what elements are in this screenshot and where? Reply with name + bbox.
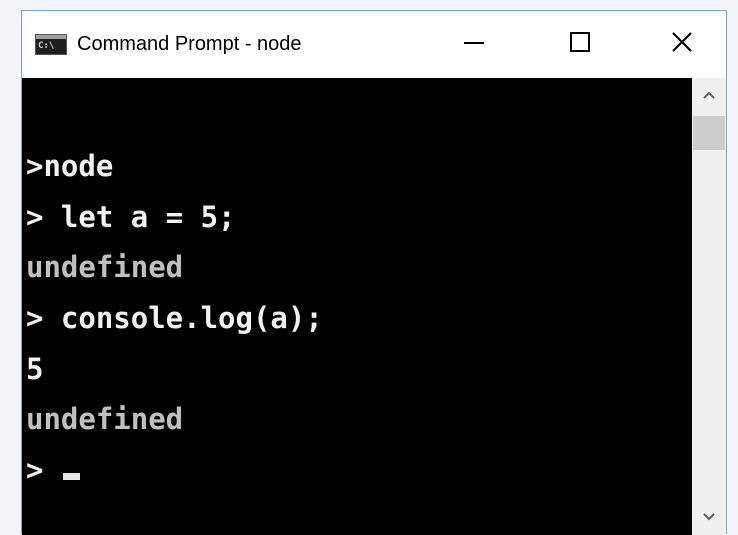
chevron-down-icon xyxy=(703,513,715,521)
console-line: undefined xyxy=(26,402,184,436)
console-prompt-line[interactable]: > xyxy=(26,453,80,487)
console-line: 5 xyxy=(26,352,44,386)
console-line: > let a = 5; xyxy=(26,200,236,234)
scroll-down-button[interactable] xyxy=(692,499,726,535)
console-output[interactable]: >node > let a = 5; undefined > console.l… xyxy=(22,78,692,535)
maximize-icon xyxy=(570,32,590,52)
app-icon-glyph: C:\ xyxy=(38,41,55,51)
window-title: Command Prompt - node xyxy=(77,33,302,55)
console-line: >node xyxy=(26,149,114,183)
app-icon-bar xyxy=(36,35,66,39)
maximize-button[interactable] xyxy=(548,11,616,78)
title-bar[interactable]: C:\ Command Prompt - node xyxy=(22,11,726,78)
console-line: > console.log(a); xyxy=(26,301,323,335)
minimize-button[interactable] xyxy=(442,11,510,78)
scrollbar-thumb[interactable] xyxy=(693,116,725,150)
text-cursor xyxy=(62,473,80,480)
cmd-app-icon[interactable]: C:\ xyxy=(35,34,67,55)
command-prompt-window: C:\ Command Prompt - node >node > let a … xyxy=(21,10,727,535)
close-button[interactable] xyxy=(650,11,718,78)
vertical-scrollbar[interactable] xyxy=(692,78,726,535)
scroll-up-button[interactable] xyxy=(692,78,726,114)
prompt-text: > xyxy=(26,453,61,487)
minimize-icon xyxy=(464,42,484,44)
close-icon xyxy=(672,32,692,52)
console-line: undefined xyxy=(26,250,184,284)
chevron-up-icon xyxy=(703,91,715,99)
